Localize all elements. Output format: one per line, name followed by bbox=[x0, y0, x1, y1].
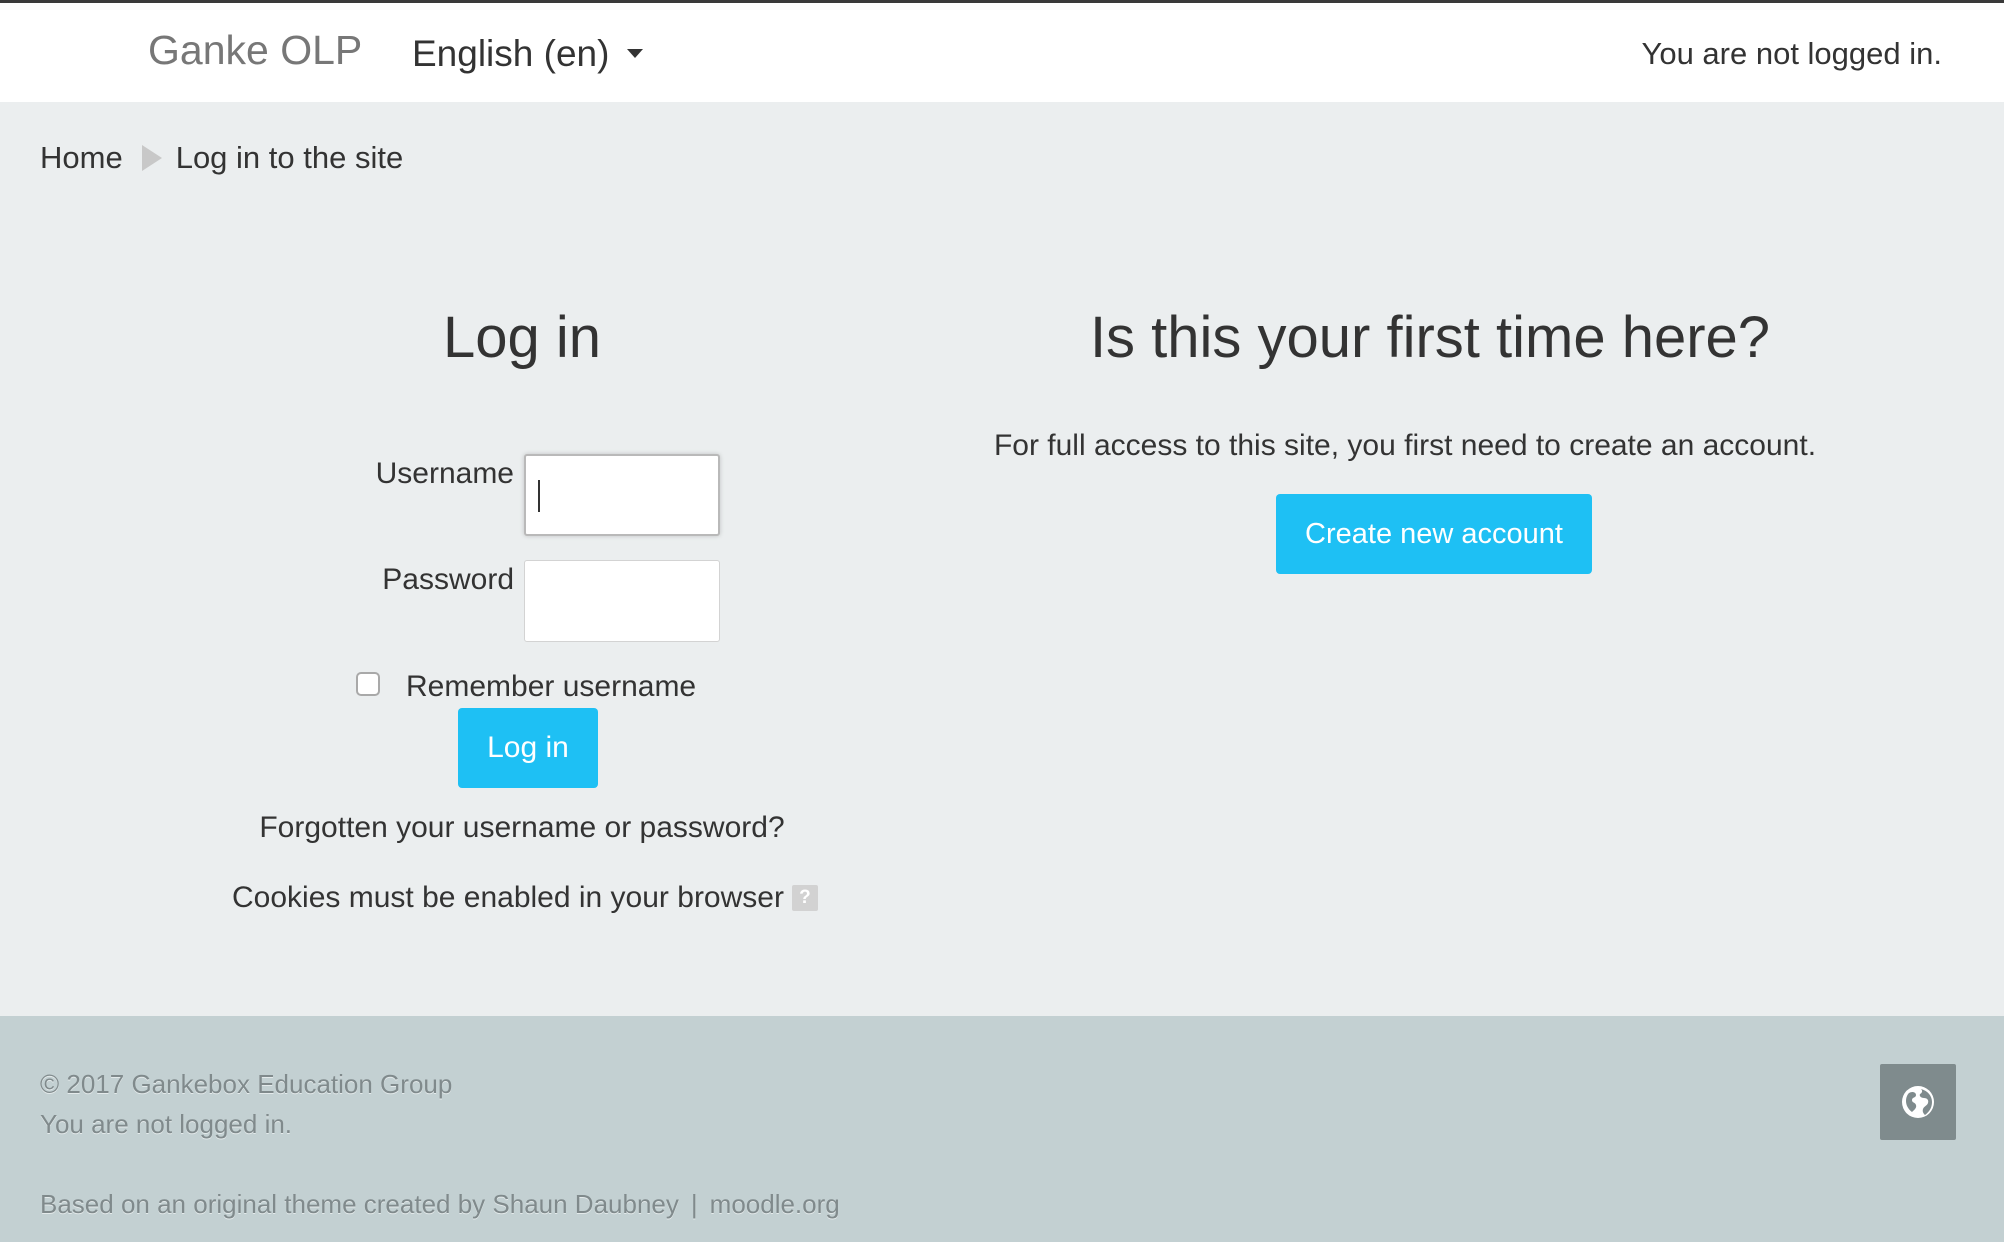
globe-button[interactable] bbox=[1880, 1064, 1956, 1140]
footer-separator: | bbox=[690, 1189, 698, 1219]
password-input[interactable] bbox=[524, 560, 720, 642]
forgot-password-link[interactable]: Forgotten your username or password? bbox=[222, 808, 822, 848]
username-input[interactable] bbox=[524, 454, 720, 536]
remember-username-label[interactable]: Remember username bbox=[406, 667, 696, 707]
language-menu[interactable]: English (en) bbox=[412, 29, 644, 79]
breadcrumb-home-link[interactable]: Home bbox=[40, 136, 123, 180]
language-menu-label: English (en) bbox=[412, 33, 610, 74]
breadcrumb: Home Log in to the site bbox=[40, 136, 403, 180]
caret-down-icon bbox=[627, 48, 644, 58]
site-brand-link[interactable]: Ganke OLP bbox=[148, 25, 362, 75]
cookies-notice-text: Cookies must be enabled in your browser bbox=[232, 881, 784, 914]
footer-credit-text: Based on an original theme created by Sh… bbox=[40, 1189, 679, 1219]
footer-credit: Based on an original theme created by Sh… bbox=[40, 1186, 840, 1222]
breadcrumb-current: Log in to the site bbox=[175, 140, 404, 175]
help-icon[interactable]: ? bbox=[791, 885, 818, 911]
login-button[interactable]: Log in bbox=[458, 708, 598, 788]
create-account-button[interactable]: Create new account bbox=[1276, 494, 1592, 574]
username-label: Username bbox=[375, 457, 514, 490]
moodle-link[interactable]: moodle.org bbox=[710, 1186, 840, 1222]
remember-username-checkbox[interactable] bbox=[356, 672, 380, 696]
top-navbar: Ganke OLP English (en) You are not logge… bbox=[0, 0, 2004, 102]
login-status-text: You are not logged in. bbox=[1641, 36, 1943, 71]
footer-login-status: You are not logged in. bbox=[40, 1109, 293, 1139]
password-label: Password bbox=[382, 563, 514, 596]
footer-copyright: © 2017 Gankebox Education Group bbox=[40, 1069, 453, 1099]
signup-description: For full access to this site, you first … bbox=[993, 429, 1817, 462]
globe-icon bbox=[1902, 1086, 1934, 1118]
cookies-notice: Cookies must be enabled in your browser … bbox=[232, 878, 818, 918]
login-heading: Log in bbox=[442, 305, 602, 370]
text-cursor bbox=[538, 480, 540, 512]
signup-heading: Is this your first time here? bbox=[1089, 305, 1771, 370]
breadcrumb-arrow-icon bbox=[141, 145, 162, 171]
